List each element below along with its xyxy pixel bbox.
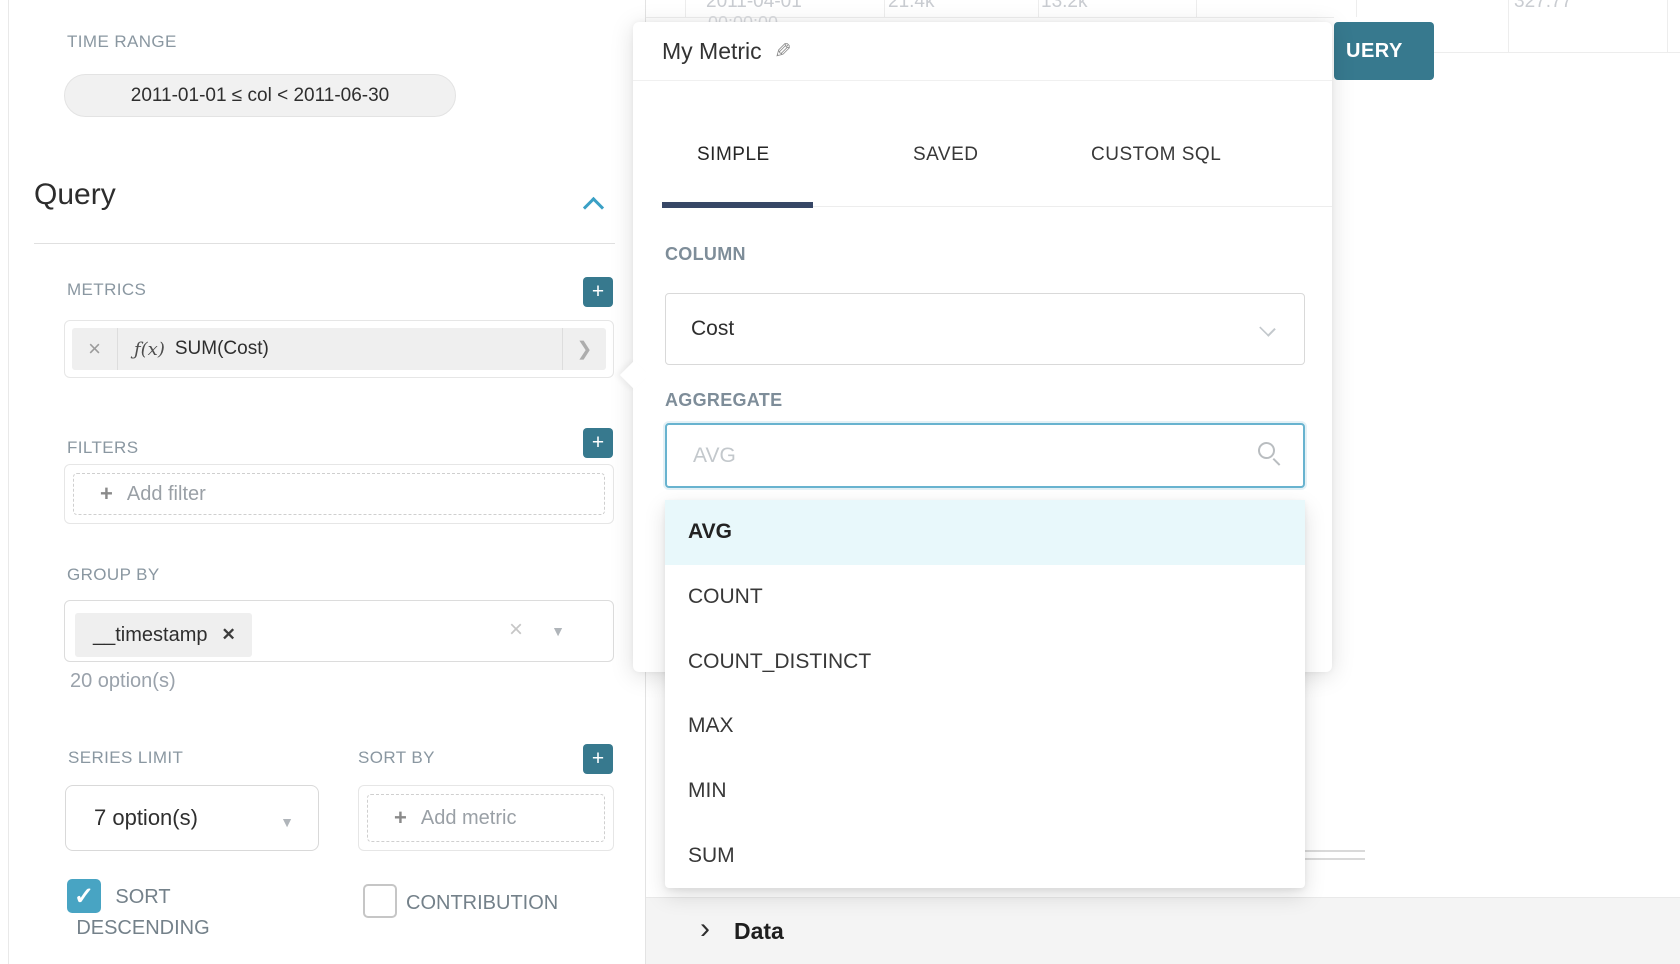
tab-simple[interactable]: SIMPLE: [697, 144, 770, 166]
tab-custom-sql[interactable]: CUSTOM SQL: [1091, 144, 1221, 166]
aggregate-dropdown: AVG COUNT COUNT_DISTINCT MAX MIN SUM: [665, 500, 1305, 888]
query-section-title: Query: [34, 178, 116, 212]
query-control-panel: TIME RANGE 2011-01-01 ≤ col < 2011-06-30…: [0, 0, 645, 964]
sort-by-label: SORT BY: [358, 748, 435, 768]
splitter-grip-line: [1303, 850, 1365, 852]
run-query-button[interactable]: UERY: [1334, 22, 1434, 80]
series-limit-select[interactable]: 7 option(s) ▼: [65, 785, 319, 851]
data-panel-toggle[interactable]: › Data: [700, 898, 784, 964]
run-query-label: UERY: [1346, 40, 1403, 63]
add-sort-metric-dropzone[interactable]: + Add metric: [367, 794, 605, 842]
active-tab-underline: [662, 202, 813, 208]
function-icon: ƒ(x): [134, 339, 165, 360]
table-grid-line: [884, 0, 885, 17]
aggregate-option-count[interactable]: COUNT: [665, 565, 1305, 630]
data-panel-title: Data: [734, 918, 784, 945]
add-filter-button[interactable]: +: [583, 428, 613, 458]
group-by-select[interactable]: __timestamp ✕ × ▼: [64, 600, 614, 662]
sort-descending-label: SORT DESCENDING: [58, 882, 228, 944]
column-value: Cost: [691, 317, 734, 341]
metrics-label: METRICS: [67, 280, 146, 300]
plus-icon: +: [394, 805, 407, 831]
chevron-right-icon[interactable]: ❯: [562, 328, 606, 370]
metrics-field: × ƒ(x) SUM(Cost) ❯: [64, 320, 614, 378]
section-divider: [34, 243, 615, 244]
chevron-right-icon: ›: [700, 914, 710, 944]
contribution-checkbox[interactable]: [363, 884, 397, 918]
contribution-label: CONTRIBUTION: [406, 888, 558, 919]
popover-header: My Metric ✎: [633, 22, 1332, 81]
column-select[interactable]: Cost: [665, 293, 1305, 365]
caret-down-icon[interactable]: ▼: [551, 623, 565, 639]
series-limit-label: SERIES LIMIT: [68, 748, 183, 768]
add-metric-button[interactable]: +: [583, 277, 613, 307]
aggregate-option-max[interactable]: MAX: [665, 694, 1305, 759]
add-filter-placeholder: Add filter: [127, 483, 206, 506]
time-range-pill[interactable]: 2011-01-01 ≤ col < 2011-06-30: [64, 74, 456, 117]
filters-label: FILTERS: [67, 438, 138, 458]
filters-field: + Add filter: [64, 464, 614, 524]
add-filter-dropzone[interactable]: + Add filter: [73, 473, 605, 515]
remove-tag-icon[interactable]: ✕: [222, 625, 236, 645]
aggregate-option-count-distinct[interactable]: COUNT_DISTINCT: [665, 629, 1305, 694]
group-by-tag: __timestamp ✕: [75, 613, 252, 657]
table-grid-line: [1038, 0, 1039, 17]
aggregate-option-sum[interactable]: SUM: [665, 823, 1305, 888]
group-by-label: GROUP BY: [67, 565, 160, 585]
chevron-up-icon[interactable]: [586, 196, 602, 212]
table-grid-line: [1196, 0, 1197, 17]
aggregate-placeholder: AVG: [693, 444, 736, 468]
add-sort-metric-button[interactable]: +: [583, 744, 613, 774]
plus-icon: +: [100, 481, 113, 507]
aggregate-option-min[interactable]: MIN: [665, 759, 1305, 824]
table-grid-line: [1356, 0, 1357, 17]
table-grid-line: [1508, 0, 1509, 52]
data-panel: › Data: [646, 897, 1680, 964]
sort-by-field: + Add metric: [358, 785, 614, 851]
table-cell-value: 327.77: [1514, 0, 1572, 13]
table-cell-value: 13.2k: [1041, 0, 1087, 13]
search-icon: [1258, 442, 1275, 459]
popover-title: My Metric: [662, 38, 762, 65]
tab-saved[interactable]: SAVED: [913, 144, 979, 166]
splitter-grip-line: [1303, 858, 1365, 860]
table-cell-timestamp: 2011-04-01: [706, 0, 802, 13]
group-by-tag-label: __timestamp: [93, 624, 208, 647]
add-metric-placeholder: Add metric: [421, 807, 517, 830]
panel-border: [8, 0, 9, 964]
metric-pill[interactable]: × ƒ(x) SUM(Cost) ❯: [72, 328, 606, 370]
aggregate-input[interactable]: AVG: [665, 423, 1305, 488]
table-cell-value: 21.4k: [888, 0, 934, 13]
aggregate-label: AGGREGATE: [665, 390, 782, 411]
remove-metric-icon[interactable]: ×: [72, 328, 118, 370]
aggregate-option-avg[interactable]: AVG: [665, 500, 1305, 565]
caret-down-icon: ▼: [280, 814, 294, 830]
group-by-options-hint: 20 option(s): [70, 670, 176, 693]
metric-name: SUM(Cost): [175, 338, 269, 360]
explore-screen: 2011-04-01 21.4k 13.2k 327.77 00:00:00 U…: [0, 0, 1680, 964]
edit-title-icon[interactable]: ✎: [774, 39, 792, 64]
series-limit-value: 7 option(s): [94, 805, 198, 831]
time-range-label: TIME RANGE: [67, 32, 177, 52]
table-row-line: [1434, 52, 1680, 53]
metric-main[interactable]: ƒ(x) SUM(Cost): [118, 328, 562, 370]
table-grid-line: [1667, 0, 1668, 52]
column-label: COLUMN: [665, 244, 746, 265]
chevron-down-icon: [1259, 320, 1276, 337]
clear-select-icon[interactable]: ×: [509, 616, 523, 644]
table-grid-line: [685, 0, 686, 17]
